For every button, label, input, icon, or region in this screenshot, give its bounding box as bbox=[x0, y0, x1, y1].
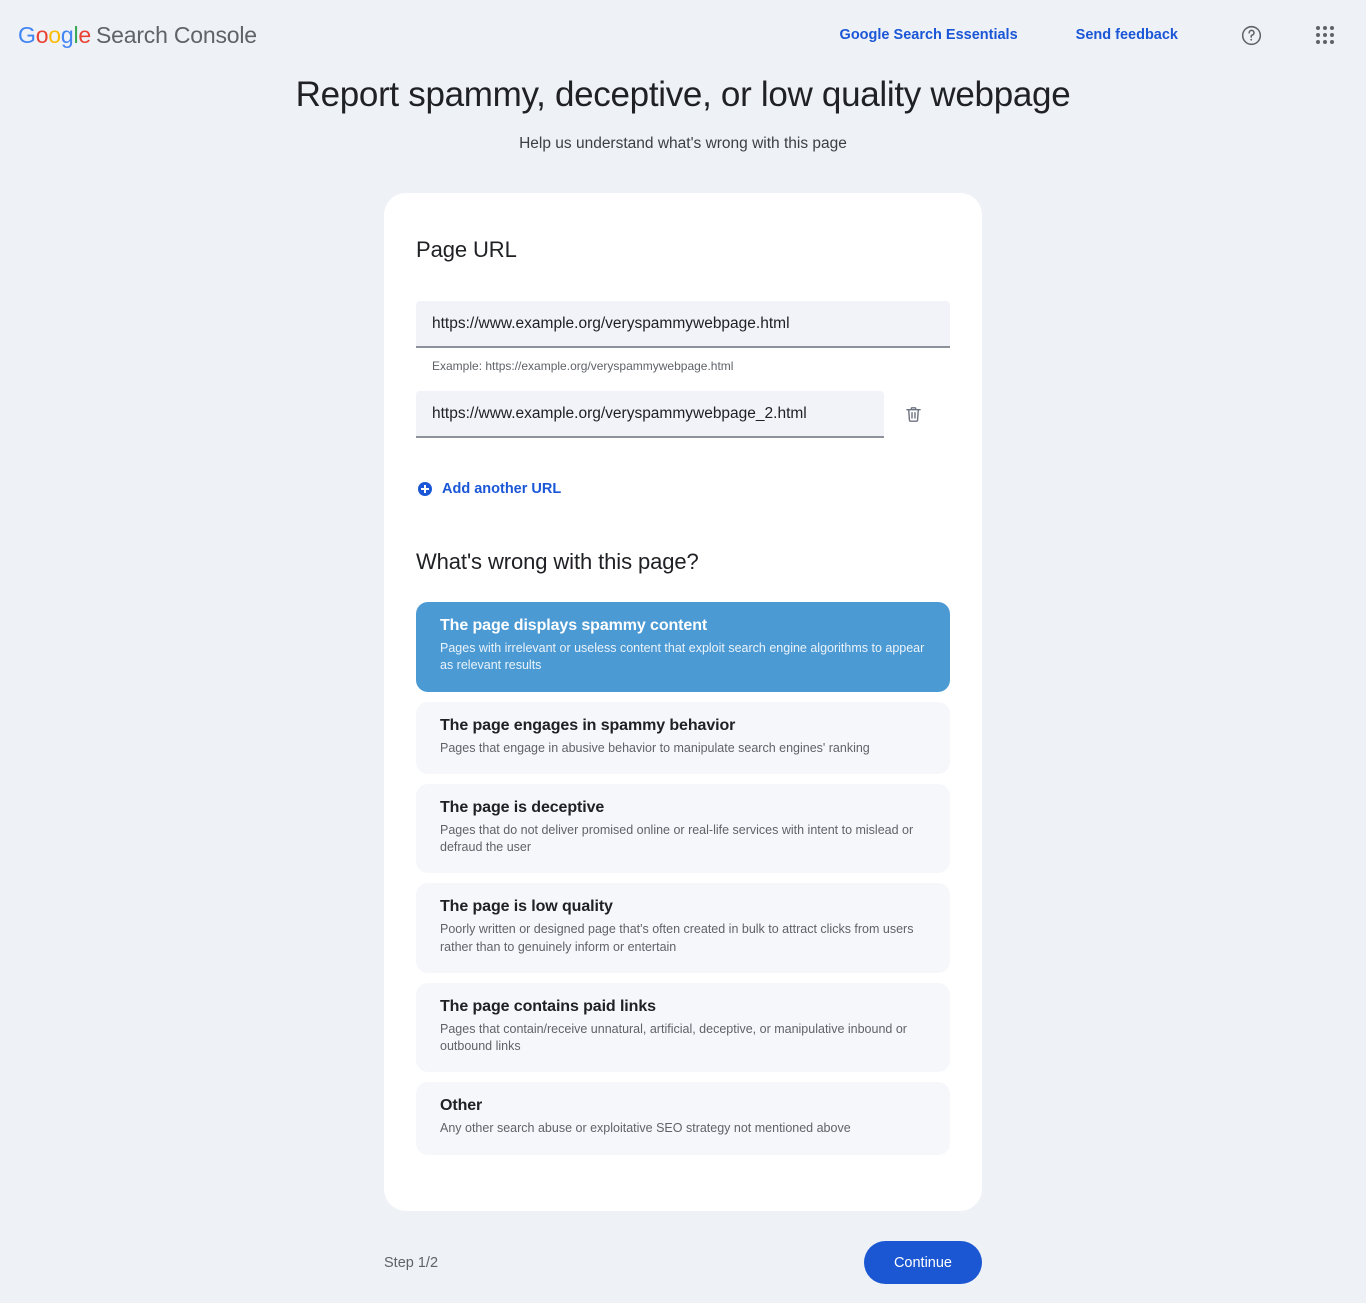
issue-option-description: Pages that engage in abusive behavior to… bbox=[440, 740, 870, 755]
logo-letter-g: g bbox=[60, 21, 74, 48]
issue-option-description: Any other search abuse or exploitative S… bbox=[440, 1121, 851, 1136]
continue-button[interactable]: Continue bbox=[863, 1241, 982, 1284]
issue-option-description: Pages with irrelevant or useless content… bbox=[440, 641, 925, 673]
page-title: Report spammy, deceptive, or low quality… bbox=[295, 75, 1071, 114]
send-feedback-link[interactable]: Send feedback bbox=[1064, 19, 1190, 51]
apps-grid-dots bbox=[1316, 26, 1334, 44]
issue-option-title: The page contains paid links bbox=[440, 997, 656, 1015]
report-form-card: Page URL Example: https://example.org/ve… bbox=[384, 193, 982, 1211]
issue-option-other[interactable]: Other Any other search abuse or exploita… bbox=[416, 1082, 950, 1155]
app-header: Google Search Console Google Search Essen… bbox=[0, 0, 1366, 70]
issue-option-description: Pages that do not deliver promised onlin… bbox=[440, 822, 914, 854]
header-actions: Google Search Essentials Send feedback bbox=[828, 18, 1342, 52]
issue-option-title: Other bbox=[440, 1097, 483, 1115]
page-url-section-title: Page URL bbox=[416, 237, 517, 262]
help-icon[interactable] bbox=[1234, 18, 1268, 52]
page-url-input-1[interactable] bbox=[432, 314, 934, 333]
logo-letter-o2: o bbox=[48, 21, 61, 48]
issue-option-deceptive[interactable]: The page is deceptive Pages that do not … bbox=[416, 783, 950, 874]
url-hint-1: Example: https://example.org/veryspammyw… bbox=[432, 359, 734, 373]
issue-option-title: The page displays spammy content bbox=[440, 617, 708, 634]
url-row-1 bbox=[416, 301, 950, 348]
google-apps-icon[interactable] bbox=[1308, 18, 1342, 52]
trash-icon[interactable] bbox=[894, 396, 932, 434]
issue-option-description: Pages that contain/receive unnatural, ar… bbox=[440, 1021, 907, 1053]
add-another-url-button[interactable]: Add another URL bbox=[416, 481, 950, 497]
plus-circle-icon bbox=[418, 482, 432, 496]
url-row-2 bbox=[416, 391, 950, 438]
add-another-url-label: Add another URL bbox=[442, 481, 562, 497]
page-header: Report spammy, deceptive, or low quality… bbox=[0, 75, 1366, 153]
logo-letter-e: e bbox=[78, 21, 91, 48]
url-field-group-2 bbox=[416, 391, 950, 438]
logo-letter-G: G bbox=[18, 21, 36, 48]
google-search-essentials-link[interactable]: Google Search Essentials bbox=[828, 19, 1030, 51]
page-url-input-2[interactable] bbox=[432, 404, 868, 423]
issue-option-title: The page is deceptive bbox=[440, 798, 605, 816]
product-name: Search Console bbox=[96, 21, 257, 48]
issue-option-low-quality[interactable]: The page is low quality Poorly written o… bbox=[416, 883, 950, 973]
form-footer: Step 1/2 Continue bbox=[384, 1223, 982, 1303]
page-subtitle: Help us understand what's wrong with thi… bbox=[519, 135, 847, 152]
url-input-wrapper-1[interactable] bbox=[416, 301, 950, 348]
step-indicator: Step 1/2 bbox=[384, 1254, 439, 1271]
logo-letter-o1: o bbox=[35, 21, 49, 48]
issue-option-title: The page is low quality bbox=[440, 898, 613, 916]
issue-option-description: Poorly written or designed page that's o… bbox=[440, 922, 914, 954]
issue-option-title: The page engages in spammy behavior bbox=[440, 716, 736, 734]
issue-option-paid-links[interactable]: The page contains paid links Pages that … bbox=[416, 982, 950, 1073]
issue-option-spammy-content[interactable]: The page displays spammy content Pages w… bbox=[416, 602, 950, 692]
url-input-wrapper-2[interactable] bbox=[416, 391, 884, 438]
google-search-console-logo[interactable]: Google Search Console bbox=[18, 22, 257, 49]
issue-option-spammy-behavior[interactable]: The page engages in spammy behavior Page… bbox=[416, 701, 950, 774]
url-field-group-1: Example: https://example.org/veryspammyw… bbox=[416, 301, 950, 373]
issues-section-title: What's wrong with this page? bbox=[416, 549, 699, 574]
